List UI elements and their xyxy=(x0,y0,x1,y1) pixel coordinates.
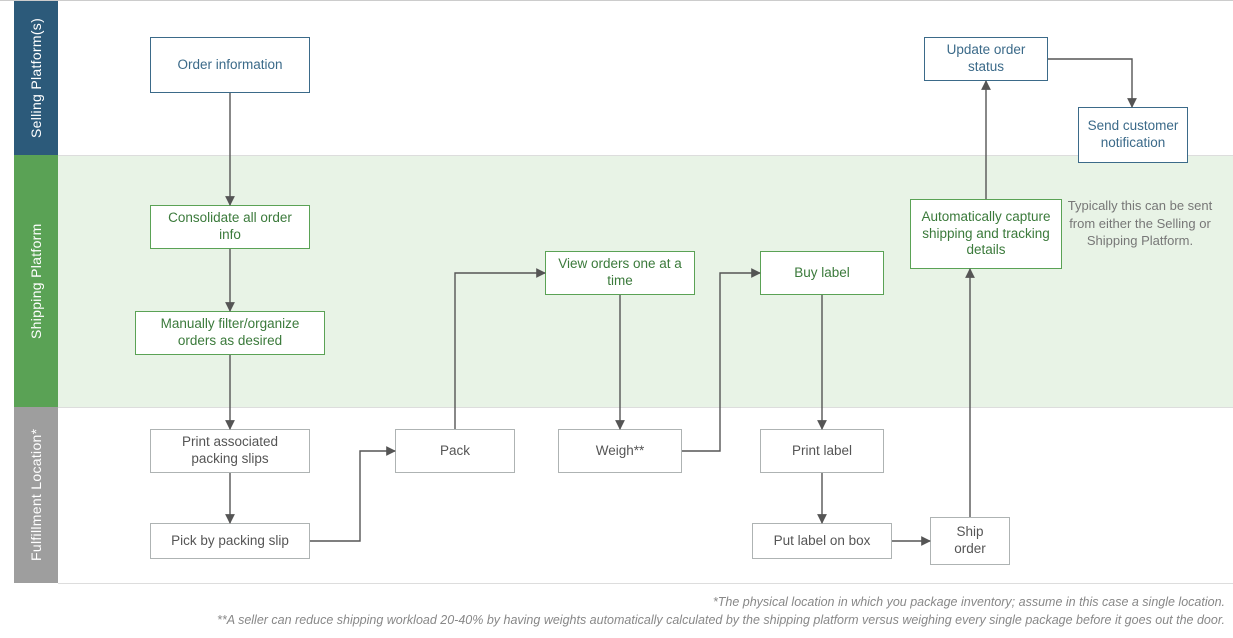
lane-divider xyxy=(58,583,1233,584)
box-update-order-status: Update order status xyxy=(924,37,1048,81)
box-ship-order: Ship order xyxy=(930,517,1010,565)
lane-label-shipping: Shipping Platform xyxy=(14,155,58,407)
box-put-label-on-box: Put label on box xyxy=(752,523,892,559)
box-weigh: Weigh** xyxy=(558,429,682,473)
lane-divider xyxy=(58,407,1233,408)
box-buy-label: Buy label xyxy=(760,251,884,295)
box-pack: Pack xyxy=(395,429,515,473)
note-either-platform: Typically this can be sent from either t… xyxy=(1060,197,1220,250)
box-print-label: Print label xyxy=(760,429,884,473)
lane-label-fulfillment: Fulfillment Location* xyxy=(14,407,58,583)
box-pick-by-slip: Pick by packing slip xyxy=(150,523,310,559)
footnote-location: *The physical location in which you pack… xyxy=(713,595,1225,609)
lane-label-selling: Selling Platform(s) xyxy=(14,1,58,155)
box-print-packing-slips: Print associated packing slips xyxy=(150,429,310,473)
footnote-weigh: **A seller can reduce shipping workload … xyxy=(217,613,1225,627)
box-send-notification: Send customer notification xyxy=(1078,107,1188,163)
box-view-orders-one: View orders one at a time xyxy=(545,251,695,295)
lane-divider xyxy=(58,155,1233,156)
box-manual-filter: Manually filter/organize orders as desir… xyxy=(135,311,325,355)
flow-diagram: Selling Platform(s) Shipping Platform Fu… xyxy=(0,0,1233,637)
box-order-information: Order information xyxy=(150,37,310,93)
box-auto-capture: Automatically capture shipping and track… xyxy=(910,199,1062,269)
box-consolidate-orders: Consolidate all order info xyxy=(150,205,310,249)
